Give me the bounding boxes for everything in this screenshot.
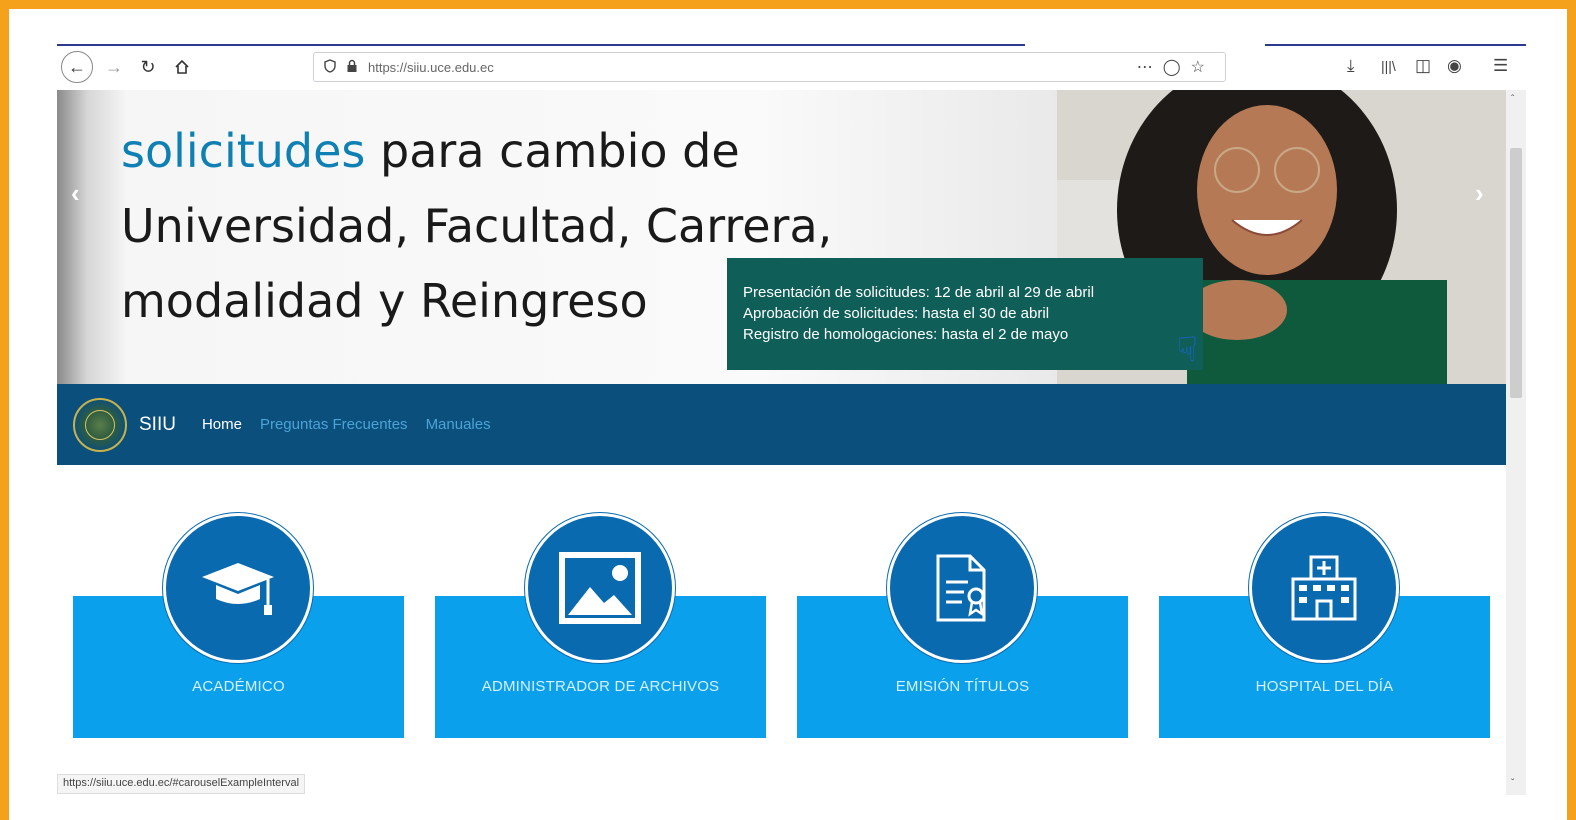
- hospital-icon[interactable]: [1249, 513, 1399, 663]
- toolbar-top-line: [57, 44, 1025, 46]
- download-icon[interactable]: ⤓: [1347, 56, 1355, 76]
- status-bar-url: https://siiu.uce.edu.ec/#carouselExample…: [57, 774, 306, 794]
- banner-headline-line3: modalidad y Reingreso: [121, 274, 648, 328]
- url-text[interactable]: https://siiu.uce.edu.ec: [368, 60, 494, 75]
- scroll-up-icon[interactable]: ˆ: [1511, 94, 1514, 105]
- browser-toolbar: ← → ↻ https://siiu.uce.edu.ec ⋯◯☆ ⤓ |||\…: [57, 44, 1526, 90]
- card-label: EMISIÓN TÍTULOS: [895, 678, 1030, 695]
- home-icon[interactable]: [167, 52, 197, 82]
- banner-headline-line1: solicitudes para cambio de: [121, 128, 740, 174]
- site-navbar: SIIU Home Preguntas Frecuentes Manuales: [57, 384, 1506, 465]
- card-label: HOSPITAL DEL DÍA: [1255, 678, 1394, 695]
- headline-accent: solicitudes: [121, 124, 366, 178]
- url-bar[interactable]: https://siiu.uce.edu.ec ⋯◯☆: [313, 52, 1226, 82]
- carousel-prev-icon[interactable]: ‹: [71, 178, 80, 209]
- image-icon[interactable]: [525, 513, 675, 663]
- reload-icon[interactable]: ↻: [133, 52, 163, 82]
- star-icon[interactable]: ☆: [1191, 59, 1215, 76]
- page-actions: ⋯◯☆: [1137, 57, 1215, 77]
- toolbar-top-line-right: [1265, 44, 1526, 46]
- headline-line1-rest: para cambio de: [365, 124, 740, 178]
- info-line-3: Registro de homologaciones: hasta el 2 d…: [743, 326, 1069, 343]
- library-icon[interactable]: |||\: [1381, 58, 1396, 74]
- menu-icon[interactable]: ☰: [1493, 56, 1508, 76]
- forward-icon[interactable]: →: [99, 52, 129, 82]
- shield-icon[interactable]: [324, 58, 336, 76]
- scroll-down-icon[interactable]: ˇ: [1511, 778, 1514, 789]
- pocket-icon[interactable]: ◯: [1163, 59, 1191, 76]
- graduation-cap-icon[interactable]: [163, 513, 313, 663]
- card-label: ADMINISTRADOR DE ARCHIVOS: [481, 678, 720, 695]
- info-line-1: Presentación de solicitudes: 12 de abril…: [743, 284, 1095, 301]
- nav-manuals[interactable]: Manuales: [426, 416, 491, 433]
- account-icon[interactable]: ◉: [1447, 56, 1462, 76]
- sidebar-icon[interactable]: ◫: [1415, 56, 1431, 76]
- nav-home[interactable]: Home: [202, 416, 242, 433]
- nav-faq[interactable]: Preguntas Frecuentes: [260, 416, 408, 433]
- scrollbar-thumb[interactable]: [1510, 148, 1522, 398]
- hand-pointer-icon: ☟: [1177, 331, 1198, 369]
- carousel-banner[interactable]: solicitudes para cambio de Universidad, …: [57, 90, 1506, 384]
- card-label: ACADÉMICO: [192, 678, 285, 695]
- back-icon[interactable]: ←: [61, 51, 93, 83]
- orange-frame-right: [1567, 0, 1576, 820]
- page-scrollbar[interactable]: ˆ ˇ: [1506, 90, 1526, 795]
- carousel-next-icon[interactable]: ›: [1475, 178, 1484, 209]
- banner-headline-line2: Universidad, Facultad, Carrera,: [121, 199, 833, 253]
- more-icon[interactable]: ⋯: [1137, 59, 1163, 76]
- lock-icon[interactable]: [346, 59, 358, 76]
- certificate-document-icon[interactable]: [887, 513, 1037, 663]
- brand-name[interactable]: SIIU: [139, 414, 176, 436]
- banner-info-box: Presentación de solicitudes: 12 de abril…: [727, 258, 1203, 370]
- university-logo[interactable]: [73, 397, 127, 452]
- info-line-2: Aprobación de solicitudes: hasta el 30 d…: [743, 305, 1050, 322]
